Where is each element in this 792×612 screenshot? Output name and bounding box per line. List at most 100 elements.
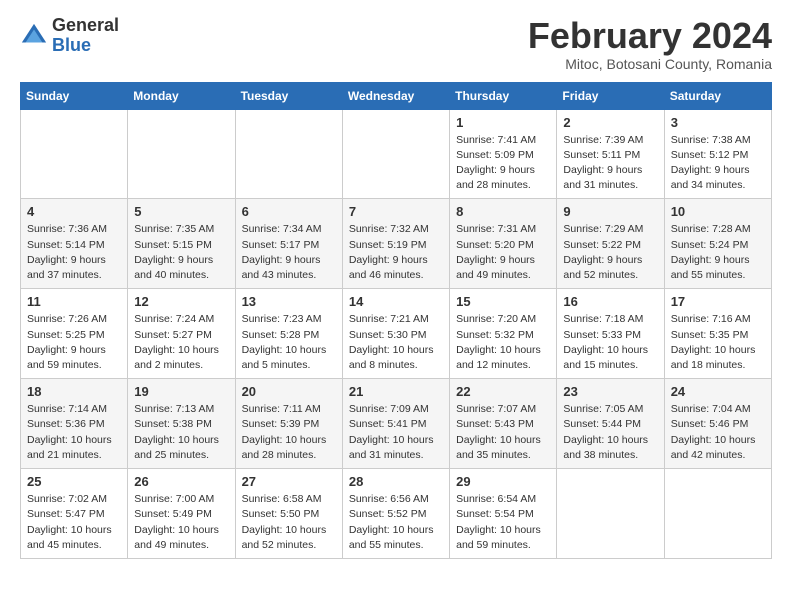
day-info: Sunrise: 7:00 AMSunset: 5:49 PMDaylight:… [134, 492, 228, 553]
header-day: Wednesday [342, 82, 449, 109]
day-number: 13 [242, 294, 336, 309]
day-number: 27 [242, 474, 336, 489]
day-info: Sunrise: 7:09 AMSunset: 5:41 PMDaylight:… [349, 402, 443, 463]
day-number: 15 [456, 294, 550, 309]
day-info: Sunrise: 6:56 AMSunset: 5:52 PMDaylight:… [349, 492, 443, 553]
calendar-cell: 11 Sunrise: 7:26 AMSunset: 5:25 PMDayligh… [21, 289, 128, 379]
day-info: Sunrise: 7:41 AMSunset: 5:09 PMDaylight:… [456, 133, 550, 194]
calendar-cell: 26 Sunrise: 7:00 AMSunset: 5:49 PMDayligh… [128, 469, 235, 559]
calendar-cell: 8 Sunrise: 7:31 AMSunset: 5:20 PMDaylight… [450, 199, 557, 289]
calendar-cell: 29 Sunrise: 6:54 AMSunset: 5:54 PMDayligh… [450, 469, 557, 559]
day-info: Sunrise: 7:14 AMSunset: 5:36 PMDaylight:… [27, 402, 121, 463]
day-info: Sunrise: 7:07 AMSunset: 5:43 PMDaylight:… [456, 402, 550, 463]
calendar-cell: 5 Sunrise: 7:35 AMSunset: 5:15 PMDaylight… [128, 199, 235, 289]
day-number: 8 [456, 204, 550, 219]
calendar-cell: 14 Sunrise: 7:21 AMSunset: 5:30 PMDayligh… [342, 289, 449, 379]
day-number: 3 [671, 115, 765, 130]
day-info: Sunrise: 7:32 AMSunset: 5:19 PMDaylight:… [349, 222, 443, 283]
day-number: 28 [349, 474, 443, 489]
calendar-week-row: 4Sunrise: 7:36 AMSunset: 5:14 PMDaylight… [21, 199, 772, 289]
day-number: 5 [134, 204, 228, 219]
day-info: Sunrise: 7:26 AMSunset: 5:25 PMDaylight:… [27, 312, 121, 373]
day-info: Sunrise: 6:58 AMSunset: 5:50 PMDaylight:… [242, 492, 336, 553]
calendar-week-row: 18 Sunrise: 7:14 AMSunset: 5:36 PMDayligh… [21, 379, 772, 469]
day-number: 23 [563, 384, 657, 399]
header-day: Monday [128, 82, 235, 109]
calendar-cell: 2 Sunrise: 7:39 AMSunset: 5:11 PMDaylight… [557, 109, 664, 199]
header-day: Tuesday [235, 82, 342, 109]
logo-general: General [52, 16, 119, 36]
calendar-cell [128, 109, 235, 199]
day-number: 7 [349, 204, 443, 219]
calendar-body: 1Sunrise: 7:41 AMSunset: 5:09 PMDaylight… [21, 109, 772, 558]
calendar-cell: 10Sunrise: 7:28 AMSunset: 5:24 PMDayligh… [664, 199, 771, 289]
logo-text: General Blue [52, 16, 119, 56]
calendar-cell: 6Sunrise: 7:34 AMSunset: 5:17 PMDaylight… [235, 199, 342, 289]
day-number: 9 [563, 204, 657, 219]
location-subtitle: Mitoc, Botosani County, Romania [528, 56, 772, 72]
day-number: 17 [671, 294, 765, 309]
logo: General Blue [20, 16, 119, 56]
day-info: Sunrise: 7:20 AMSunset: 5:32 PMDaylight:… [456, 312, 550, 373]
day-number: 19 [134, 384, 228, 399]
day-info: Sunrise: 7:24 AMSunset: 5:27 PMDaylight:… [134, 312, 228, 373]
day-number: 25 [27, 474, 121, 489]
logo-blue: Blue [52, 36, 119, 56]
day-info: Sunrise: 7:35 AMSunset: 5:15 PMDaylight:… [134, 222, 228, 283]
header-day: Thursday [450, 82, 557, 109]
calendar-cell [664, 469, 771, 559]
calendar-cell: 28 Sunrise: 6:56 AMSunset: 5:52 PMDayligh… [342, 469, 449, 559]
day-number: 20 [242, 384, 336, 399]
day-info: Sunrise: 7:28 AMSunset: 5:24 PMDaylight:… [671, 222, 765, 283]
day-number: 11 [27, 294, 121, 309]
calendar-cell: 27 Sunrise: 6:58 AMSunset: 5:50 PMDayligh… [235, 469, 342, 559]
day-info: Sunrise: 7:05 AMSunset: 5:44 PMDaylight:… [563, 402, 657, 463]
day-number: 26 [134, 474, 228, 489]
day-number: 21 [349, 384, 443, 399]
day-number: 14 [349, 294, 443, 309]
day-info: Sunrise: 7:13 AMSunset: 5:38 PMDaylight:… [134, 402, 228, 463]
day-number: 2 [563, 115, 657, 130]
day-number: 16 [563, 294, 657, 309]
calendar-cell: 12 Sunrise: 7:24 AMSunset: 5:27 PMDayligh… [128, 289, 235, 379]
calendar-cell: 25 Sunrise: 7:02 AMSunset: 5:47 PMDayligh… [21, 469, 128, 559]
calendar-cell: 19 Sunrise: 7:13 AMSunset: 5:38 PMDayligh… [128, 379, 235, 469]
calendar-cell: 15 Sunrise: 7:20 AMSunset: 5:32 PMDayligh… [450, 289, 557, 379]
day-number: 12 [134, 294, 228, 309]
logo-icon [20, 22, 48, 50]
day-info: Sunrise: 7:36 AMSunset: 5:14 PMDaylight:… [27, 222, 121, 283]
calendar-cell: 24 Sunrise: 7:04 AMSunset: 5:46 PMDayligh… [664, 379, 771, 469]
day-info: Sunrise: 7:38 AMSunset: 5:12 PMDaylight:… [671, 133, 765, 194]
header-day: Friday [557, 82, 664, 109]
page-header: General Blue February 2024 Mitoc, Botosa… [20, 16, 772, 72]
calendar-cell: 9 Sunrise: 7:29 AMSunset: 5:22 PMDaylight… [557, 199, 664, 289]
day-info: Sunrise: 7:31 AMSunset: 5:20 PMDaylight:… [456, 222, 550, 283]
day-info: Sunrise: 7:02 AMSunset: 5:47 PMDaylight:… [27, 492, 121, 553]
calendar-cell: 21 Sunrise: 7:09 AMSunset: 5:41 PMDayligh… [342, 379, 449, 469]
day-info: Sunrise: 6:54 AMSunset: 5:54 PMDaylight:… [456, 492, 550, 553]
day-info: Sunrise: 7:21 AMSunset: 5:30 PMDaylight:… [349, 312, 443, 373]
day-number: 6 [242, 204, 336, 219]
calendar-week-row: 11 Sunrise: 7:26 AMSunset: 5:25 PMDayligh… [21, 289, 772, 379]
day-number: 29 [456, 474, 550, 489]
calendar-cell: 22Sunrise: 7:07 AMSunset: 5:43 PMDayligh… [450, 379, 557, 469]
calendar-cell: 3 Sunrise: 7:38 AMSunset: 5:12 PMDaylight… [664, 109, 771, 199]
calendar-week-row: 1Sunrise: 7:41 AMSunset: 5:09 PMDaylight… [21, 109, 772, 199]
month-title: February 2024 [528, 16, 772, 56]
calendar-cell: 4Sunrise: 7:36 AMSunset: 5:14 PMDaylight… [21, 199, 128, 289]
day-info: Sunrise: 7:11 AMSunset: 5:39 PMDaylight:… [242, 402, 336, 463]
calendar-cell [342, 109, 449, 199]
day-number: 18 [27, 384, 121, 399]
day-number: 24 [671, 384, 765, 399]
calendar-cell: 23 Sunrise: 7:05 AMSunset: 5:44 PMDayligh… [557, 379, 664, 469]
day-info: Sunrise: 7:04 AMSunset: 5:46 PMDaylight:… [671, 402, 765, 463]
calendar-cell: 20 Sunrise: 7:11 AMSunset: 5:39 PMDayligh… [235, 379, 342, 469]
day-info: Sunrise: 7:29 AMSunset: 5:22 PMDaylight:… [563, 222, 657, 283]
day-info: Sunrise: 7:39 AMSunset: 5:11 PMDaylight:… [563, 133, 657, 194]
calendar-week-row: 25 Sunrise: 7:02 AMSunset: 5:47 PMDayligh… [21, 469, 772, 559]
header-day: Saturday [664, 82, 771, 109]
calendar-cell: 18 Sunrise: 7:14 AMSunset: 5:36 PMDayligh… [21, 379, 128, 469]
title-section: February 2024 Mitoc, Botosani County, Ro… [528, 16, 772, 72]
calendar-cell: 17Sunrise: 7:16 AMSunset: 5:35 PMDayligh… [664, 289, 771, 379]
calendar-cell: 16Sunrise: 7:18 AMSunset: 5:33 PMDayligh… [557, 289, 664, 379]
